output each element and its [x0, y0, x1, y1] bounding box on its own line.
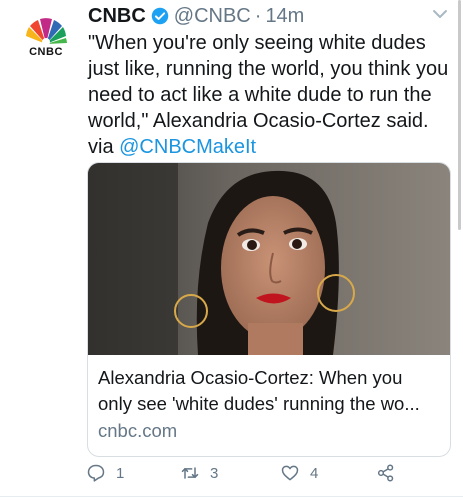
- divider: [0, 496, 463, 497]
- heart-icon: [281, 465, 299, 481]
- cnbc-peacock-logo-icon: [26, 18, 67, 46]
- like-button[interactable]: 4: [280, 462, 318, 484]
- link-card[interactable]: Alexandria Ocasio-Cortez: When you only …: [87, 162, 451, 457]
- timestamp[interactable]: 14m: [265, 3, 304, 29]
- reply-icon: [87, 464, 105, 482]
- scrollbar[interactable]: [458, 0, 461, 230]
- share-icon: [377, 464, 394, 482]
- verified-badge-icon: [151, 7, 169, 25]
- share-button[interactable]: [376, 462, 396, 484]
- tweet-header: CNBC @CNBC · 14m: [88, 3, 304, 29]
- card-title: Alexandria Ocasio-Cortez: When you only …: [98, 367, 420, 414]
- retweet-icon: [181, 467, 199, 479]
- tweet-actions: 1 3 4: [0, 458, 463, 488]
- retweet-count: 3: [210, 464, 219, 482]
- dot-separator: ·: [254, 5, 262, 27]
- reply-button[interactable]: 1: [86, 462, 124, 484]
- avatar[interactable]: CNBC: [19, 12, 73, 60]
- tweet[interactable]: CNBC CNBC @CNBC · 14m "When you're only …: [0, 0, 463, 500]
- card-photo: [88, 163, 450, 355]
- card-domain: cnbc.com: [98, 420, 178, 441]
- mention-link[interactable]: @CNBCMakeIt: [119, 136, 256, 158]
- reply-count: 1: [116, 464, 125, 482]
- author-handle[interactable]: @CNBC: [174, 3, 251, 29]
- author-name[interactable]: CNBC: [88, 3, 146, 29]
- like-count: 4: [310, 464, 319, 482]
- chevron-down-icon[interactable]: [432, 8, 448, 20]
- retweet-button[interactable]: 3: [180, 462, 218, 484]
- tweet-text: "When you're only seeing white dudes jus…: [88, 30, 458, 160]
- avatar-label: CNBC: [29, 46, 63, 58]
